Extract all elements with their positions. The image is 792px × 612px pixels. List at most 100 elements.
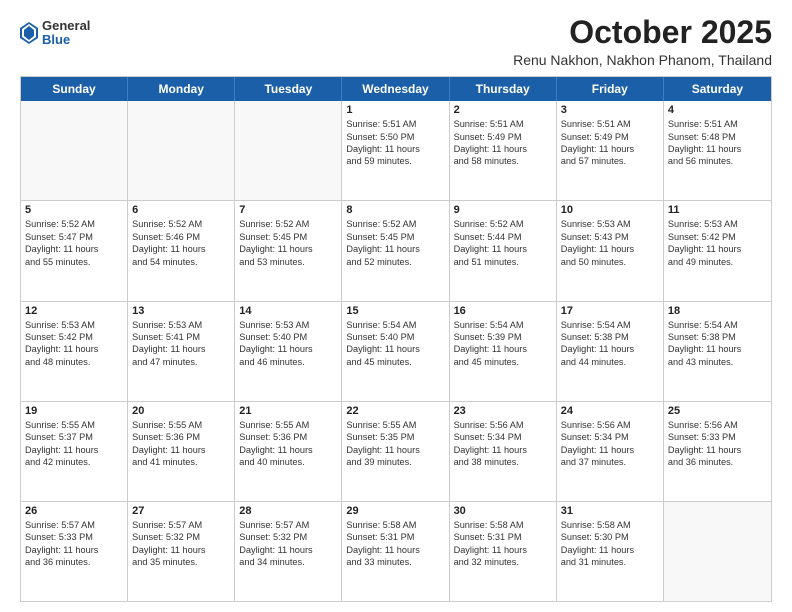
cell-line: and 31 minutes. xyxy=(561,556,659,568)
cell-line: Sunset: 5:38 PM xyxy=(668,331,767,343)
cell-line: Sunset: 5:38 PM xyxy=(561,331,659,343)
cell-line: Daylight: 11 hours xyxy=(239,444,337,456)
cell-line: Sunset: 5:39 PM xyxy=(454,331,552,343)
header-day-friday: Friday xyxy=(557,77,664,101)
calendar: SundayMondayTuesdayWednesdayThursdayFrid… xyxy=(20,76,772,602)
day-number: 18 xyxy=(668,305,767,317)
cell-line: and 37 minutes. xyxy=(561,456,659,468)
day-number: 20 xyxy=(132,405,230,417)
cell-line: Daylight: 11 hours xyxy=(25,544,123,556)
cell-line: Sunrise: 5:53 AM xyxy=(132,319,230,331)
calendar-week-4: 19Sunrise: 5:55 AMSunset: 5:37 PMDayligh… xyxy=(21,401,771,501)
calendar-cell: 22Sunrise: 5:55 AMSunset: 5:35 PMDayligh… xyxy=(342,402,449,501)
day-number: 14 xyxy=(239,305,337,317)
cell-line: Daylight: 11 hours xyxy=(454,544,552,556)
day-number: 4 xyxy=(668,104,767,116)
calendar-cell: 8Sunrise: 5:52 AMSunset: 5:45 PMDaylight… xyxy=(342,201,449,300)
day-number: 5 xyxy=(25,204,123,216)
calendar-cell: 4Sunrise: 5:51 AMSunset: 5:48 PMDaylight… xyxy=(664,101,771,200)
cell-line: and 36 minutes. xyxy=(668,456,767,468)
calendar-week-3: 12Sunrise: 5:53 AMSunset: 5:42 PMDayligh… xyxy=(21,301,771,401)
logo-blue: Blue xyxy=(42,33,90,47)
cell-line: Sunrise: 5:53 AM xyxy=(239,319,337,331)
logo-icon xyxy=(20,22,38,44)
logo-text: General Blue xyxy=(42,19,90,48)
day-number: 30 xyxy=(454,505,552,517)
cell-line: and 55 minutes. xyxy=(25,256,123,268)
cell-line: and 45 minutes. xyxy=(346,356,444,368)
cell-line: Sunrise: 5:52 AM xyxy=(239,218,337,230)
cell-line: Sunset: 5:34 PM xyxy=(454,431,552,443)
cell-line: Daylight: 11 hours xyxy=(346,444,444,456)
cell-line: Sunrise: 5:55 AM xyxy=(132,419,230,431)
cell-line: Daylight: 11 hours xyxy=(346,343,444,355)
cell-line: and 47 minutes. xyxy=(132,356,230,368)
calendar-cell xyxy=(21,101,128,200)
cell-line: Sunrise: 5:54 AM xyxy=(561,319,659,331)
day-number: 22 xyxy=(346,405,444,417)
cell-line: Daylight: 11 hours xyxy=(132,343,230,355)
cell-line: and 38 minutes. xyxy=(454,456,552,468)
cell-line: Sunset: 5:40 PM xyxy=(346,331,444,343)
day-number: 3 xyxy=(561,104,659,116)
cell-line: Daylight: 11 hours xyxy=(132,243,230,255)
cell-line: Daylight: 11 hours xyxy=(25,444,123,456)
cell-line: Daylight: 11 hours xyxy=(132,544,230,556)
cell-line: and 59 minutes. xyxy=(346,155,444,167)
cell-line: and 51 minutes. xyxy=(454,256,552,268)
cell-line: Daylight: 11 hours xyxy=(25,343,123,355)
cell-line: Sunrise: 5:55 AM xyxy=(25,419,123,431)
calendar-cell: 15Sunrise: 5:54 AMSunset: 5:40 PMDayligh… xyxy=(342,302,449,401)
calendar-cell: 19Sunrise: 5:55 AMSunset: 5:37 PMDayligh… xyxy=(21,402,128,501)
calendar-cell: 11Sunrise: 5:53 AMSunset: 5:42 PMDayligh… xyxy=(664,201,771,300)
day-number: 2 xyxy=(454,104,552,116)
cell-line: Sunset: 5:45 PM xyxy=(346,231,444,243)
cell-line: Sunrise: 5:51 AM xyxy=(668,118,767,130)
day-number: 16 xyxy=(454,305,552,317)
calendar-cell: 21Sunrise: 5:55 AMSunset: 5:36 PMDayligh… xyxy=(235,402,342,501)
day-number: 19 xyxy=(25,405,123,417)
calendar-body: 1Sunrise: 5:51 AMSunset: 5:50 PMDaylight… xyxy=(21,101,771,601)
day-number: 27 xyxy=(132,505,230,517)
calendar-cell: 17Sunrise: 5:54 AMSunset: 5:38 PMDayligh… xyxy=(557,302,664,401)
cell-line: Daylight: 11 hours xyxy=(668,243,767,255)
calendar-cell: 16Sunrise: 5:54 AMSunset: 5:39 PMDayligh… xyxy=(450,302,557,401)
cell-line: and 40 minutes. xyxy=(239,456,337,468)
cell-line: and 39 minutes. xyxy=(346,456,444,468)
cell-line: Sunrise: 5:53 AM xyxy=(668,218,767,230)
cell-line: Sunrise: 5:51 AM xyxy=(561,118,659,130)
cell-line: Sunset: 5:32 PM xyxy=(132,531,230,543)
cell-line: Sunset: 5:49 PM xyxy=(561,131,659,143)
cell-line: Sunset: 5:45 PM xyxy=(239,231,337,243)
cell-line: and 46 minutes. xyxy=(239,356,337,368)
day-number: 7 xyxy=(239,204,337,216)
cell-line: and 58 minutes. xyxy=(454,155,552,167)
logo: General Blue xyxy=(20,19,90,48)
cell-line: Daylight: 11 hours xyxy=(561,343,659,355)
cell-line: and 54 minutes. xyxy=(132,256,230,268)
calendar-week-2: 5Sunrise: 5:52 AMSunset: 5:47 PMDaylight… xyxy=(21,200,771,300)
cell-line: Sunset: 5:46 PM xyxy=(132,231,230,243)
cell-line: Sunset: 5:30 PM xyxy=(561,531,659,543)
calendar-cell: 24Sunrise: 5:56 AMSunset: 5:34 PMDayligh… xyxy=(557,402,664,501)
day-number: 29 xyxy=(346,505,444,517)
cell-line: Sunset: 5:41 PM xyxy=(132,331,230,343)
day-number: 15 xyxy=(346,305,444,317)
cell-line: Sunrise: 5:51 AM xyxy=(454,118,552,130)
day-number: 25 xyxy=(668,405,767,417)
calendar-cell: 3 Sunrise: 5:51 AMSunset: 5:49 PMDaylight… xyxy=(557,101,664,200)
header-day-wednesday: Wednesday xyxy=(342,77,449,101)
cell-line: Daylight: 11 hours xyxy=(561,143,659,155)
calendar-week-5: 26Sunrise: 5:57 AMSunset: 5:33 PMDayligh… xyxy=(21,501,771,601)
calendar-cell: 26Sunrise: 5:57 AMSunset: 5:33 PMDayligh… xyxy=(21,502,128,601)
cell-line: Sunset: 5:42 PM xyxy=(25,331,123,343)
calendar-cell: 13Sunrise: 5:53 AMSunset: 5:41 PMDayligh… xyxy=(128,302,235,401)
cell-line: Daylight: 11 hours xyxy=(668,343,767,355)
cell-line: Daylight: 11 hours xyxy=(454,143,552,155)
calendar-cell: 9Sunrise: 5:52 AMSunset: 5:44 PMDaylight… xyxy=(450,201,557,300)
cell-line: Daylight: 11 hours xyxy=(668,444,767,456)
calendar-cell: 14Sunrise: 5:53 AMSunset: 5:40 PMDayligh… xyxy=(235,302,342,401)
cell-line: Daylight: 11 hours xyxy=(239,544,337,556)
calendar-cell: 30Sunrise: 5:58 AMSunset: 5:31 PMDayligh… xyxy=(450,502,557,601)
cell-line: Daylight: 11 hours xyxy=(454,243,552,255)
